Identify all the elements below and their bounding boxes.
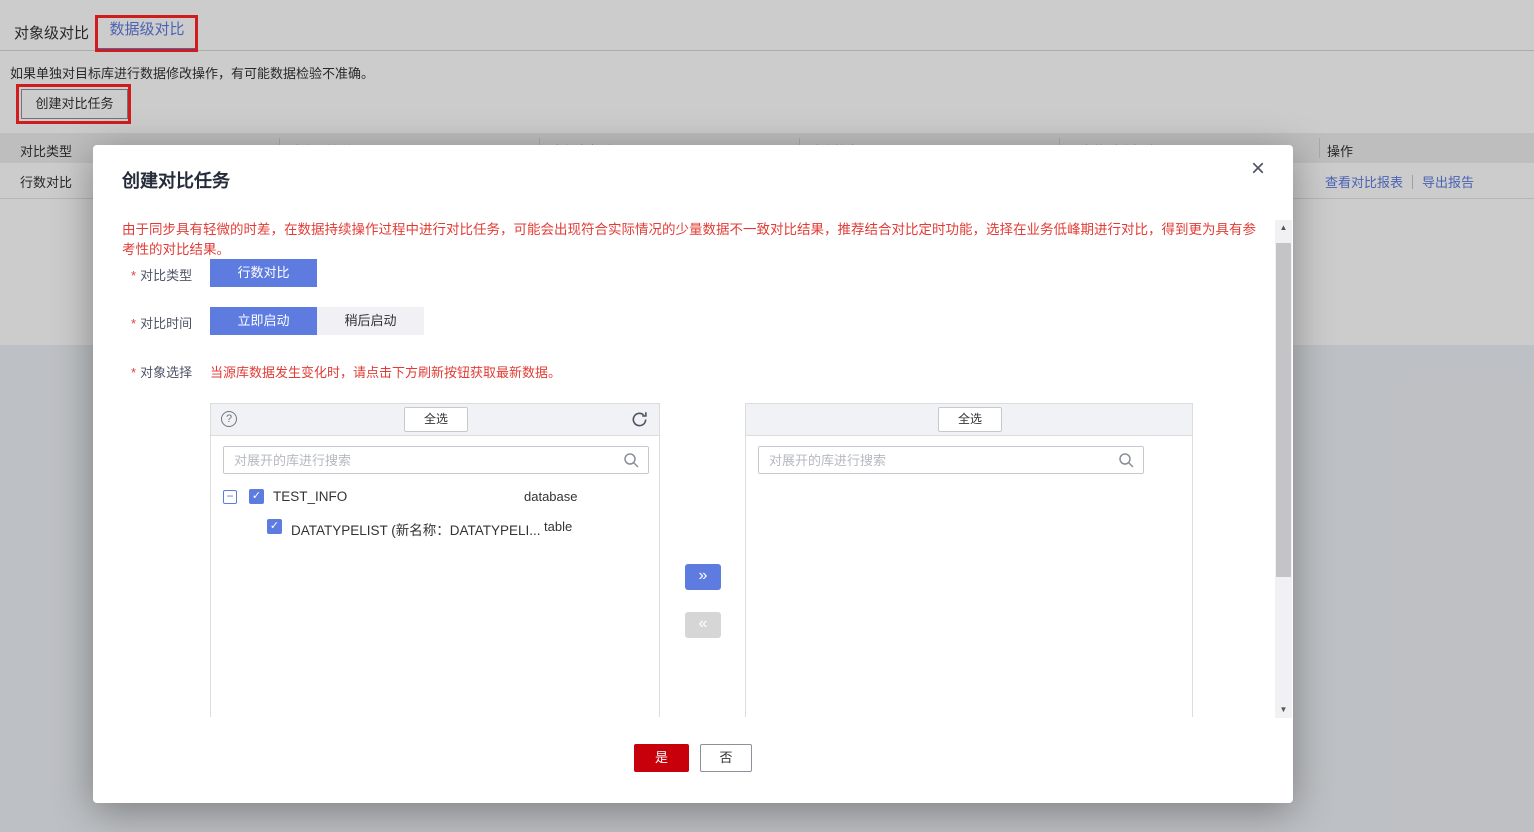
select-all-button-left[interactable]: 全选 xyxy=(404,407,468,432)
source-search-box xyxy=(223,446,649,474)
required-mark: * xyxy=(131,268,136,283)
checkbox-test-info[interactable]: ✓ xyxy=(249,489,264,504)
target-search-box xyxy=(758,446,1144,474)
field-label-object-select: *对象选择 xyxy=(131,362,192,381)
source-search-input[interactable] xyxy=(224,447,648,473)
annotation-box-create-button xyxy=(16,84,131,124)
refresh-icon[interactable] xyxy=(630,410,649,429)
annotation-box-tab xyxy=(95,15,198,52)
source-panel-header: ? 全选 xyxy=(211,404,659,436)
search-icon xyxy=(623,452,640,469)
close-icon[interactable]: × xyxy=(1247,153,1269,185)
option-row-compare[interactable]: 行数对比 xyxy=(210,259,317,287)
required-mark: * xyxy=(131,316,136,331)
tree-node-type: table xyxy=(544,519,572,534)
confirm-button[interactable]: 是 xyxy=(634,744,689,772)
option-start-later[interactable]: 稍后启动 xyxy=(317,307,424,335)
tree-row-table: ✓ DATATYPELIST (新名称：DATATYPELI... table xyxy=(211,514,659,542)
target-panel-header: 全选 xyxy=(746,404,1192,436)
move-right-button[interactable]: » xyxy=(685,564,721,590)
required-mark: * xyxy=(131,365,136,380)
field-label-compare-type: *对比类型 xyxy=(131,265,192,284)
select-all-button-right[interactable]: 全选 xyxy=(938,407,1002,432)
screen: 对象级对比 数据级对比 如果单独对目标库进行数据修改操作，有可能数据检验不准确。… xyxy=(0,0,1534,832)
collapse-icon[interactable]: − xyxy=(223,490,237,504)
tree-node-name[interactable]: TEST_INFO xyxy=(273,489,347,504)
target-object-panel: 全选 xyxy=(745,403,1193,717)
scroll-down-icon[interactable]: ▼ xyxy=(1275,702,1292,718)
target-search-input[interactable] xyxy=(759,447,1143,473)
dialog-title: 创建对比任务 xyxy=(122,167,230,193)
move-left-button-disabled: « xyxy=(685,612,721,638)
create-compare-task-dialog: × 创建对比任务 由于同步具有轻微的时差，在数据持续操作过程中进行对比任务，可能… xyxy=(93,145,1293,803)
cancel-button[interactable]: 否 xyxy=(700,744,752,772)
tree-node-type: database xyxy=(524,489,578,504)
scroll-up-icon[interactable]: ▲ xyxy=(1275,220,1292,236)
help-icon[interactable]: ? xyxy=(221,411,237,427)
checkbox-datatypelist[interactable]: ✓ xyxy=(267,519,282,534)
dialog-warning-text: 由于同步具有轻微的时差，在数据持续操作过程中进行对比任务，可能会出现符合实际情况… xyxy=(122,218,1267,258)
search-icon xyxy=(1118,452,1135,469)
scrollbar-thumb[interactable] xyxy=(1276,243,1291,577)
option-start-now[interactable]: 立即启动 xyxy=(210,307,317,335)
field-label-compare-time: *对比时间 xyxy=(131,313,192,332)
source-object-panel: ? 全选 − xyxy=(210,403,660,717)
tree-row-database: − ✓ TEST_INFO database xyxy=(211,484,659,512)
dialog-scrollbar[interactable]: ▲ ▼ xyxy=(1275,220,1292,718)
tree-node-name[interactable]: DATATYPELIST (新名称：DATATYPELI... xyxy=(291,519,541,539)
object-select-note: 当源库数据发生变化时，请点击下方刷新按钮获取最新数据。 xyxy=(210,362,561,381)
